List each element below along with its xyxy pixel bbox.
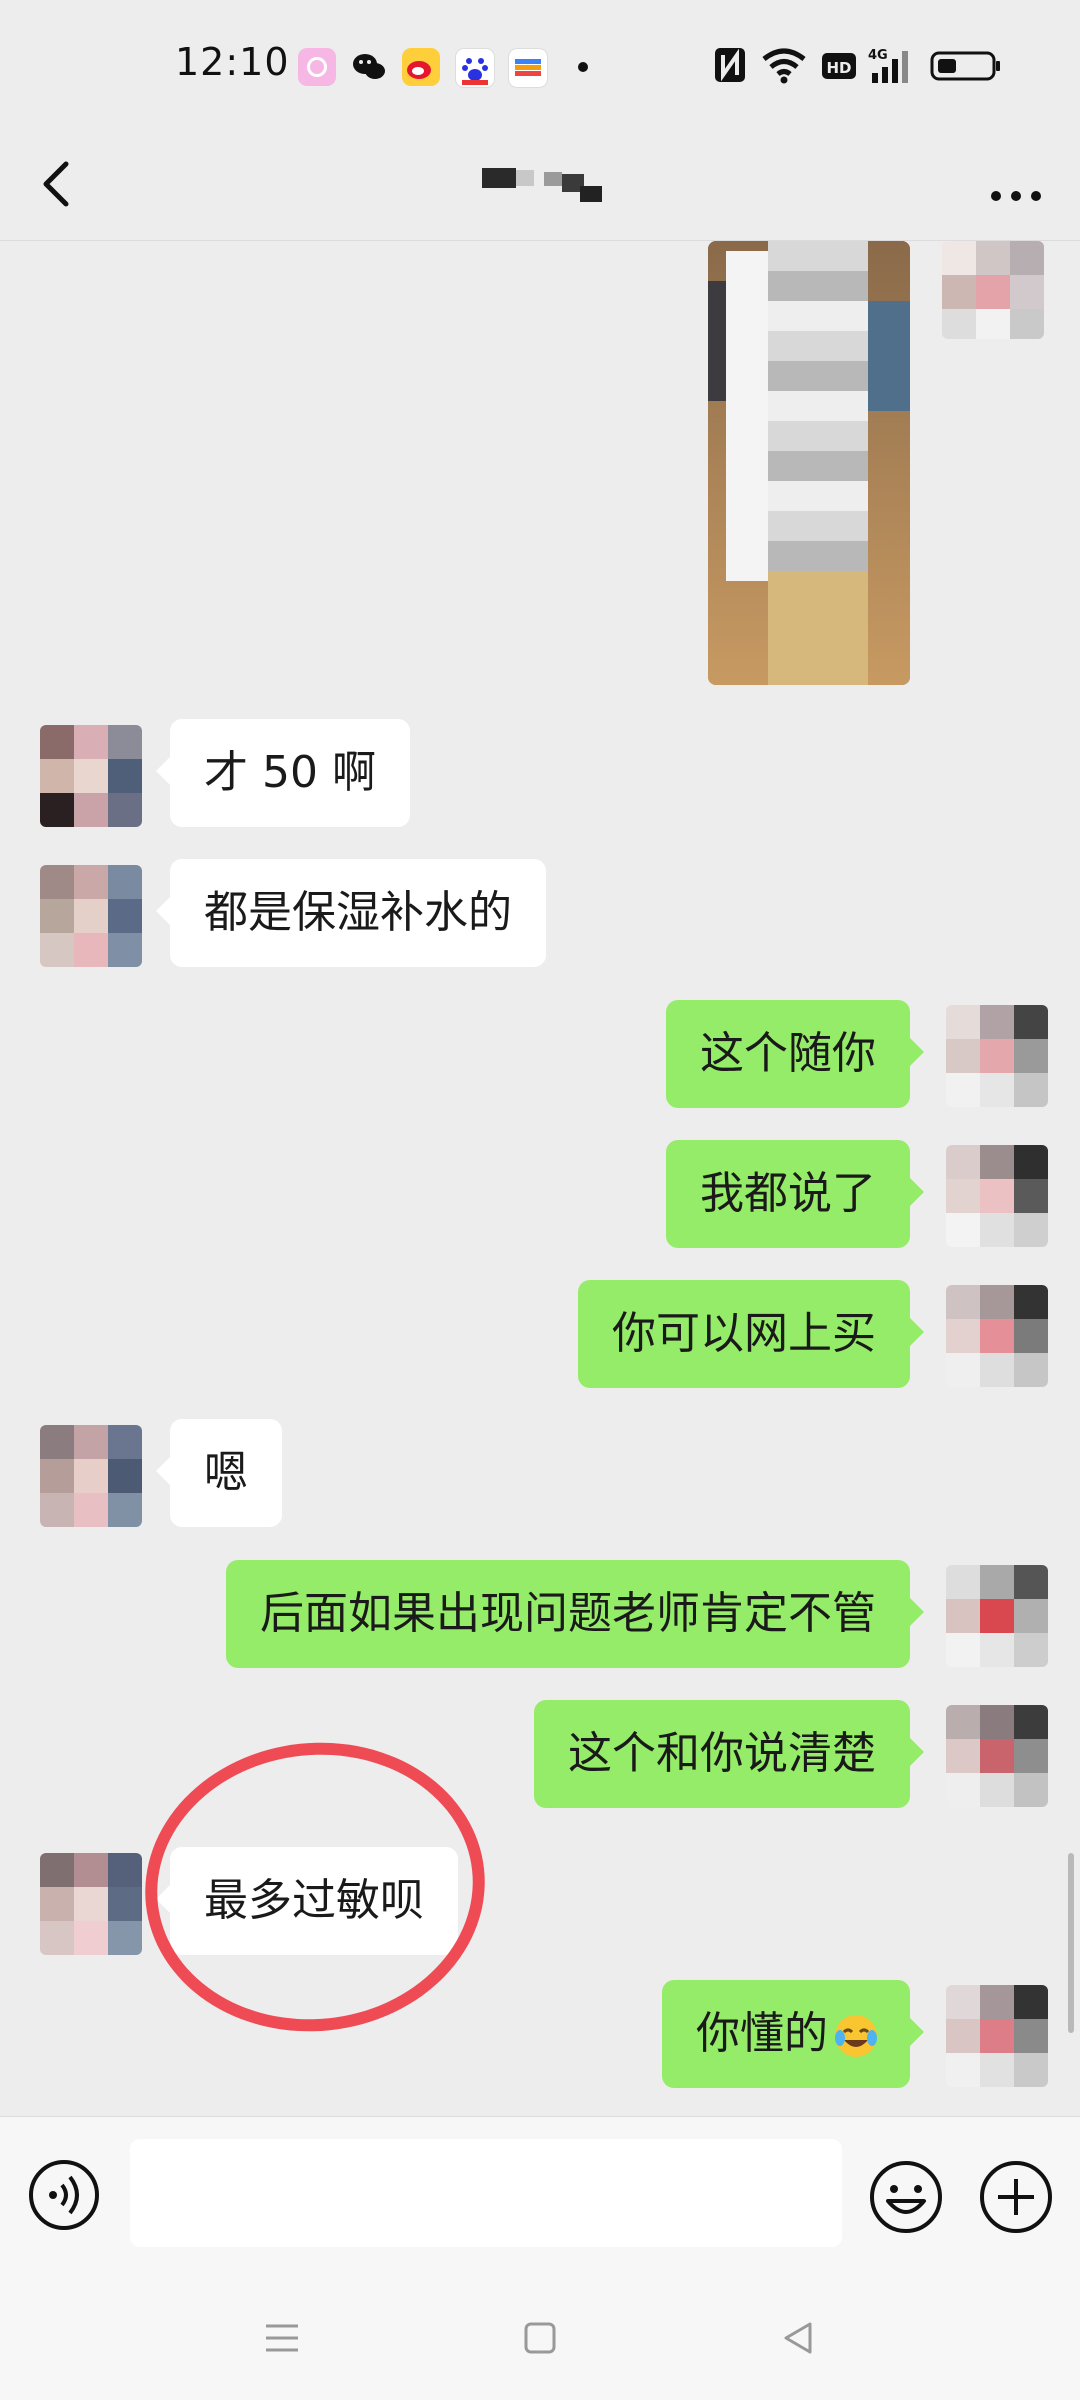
wallet-icon (508, 48, 548, 88)
chat-header (0, 130, 1080, 241)
svg-text:HD: HD (826, 59, 851, 77)
received-message[interactable]: 才 50 啊 (156, 719, 410, 827)
input-bar (0, 2116, 1080, 2281)
4g-signal-icon: 4G (868, 48, 908, 83)
wifi-icon (762, 48, 806, 84)
sent-message[interactable]: 这个随你 (666, 1000, 924, 1108)
red-annotation-circle (130, 1726, 500, 2048)
wechat-icon (353, 54, 385, 79)
camera-app-icon (298, 48, 336, 86)
voice-icon[interactable] (28, 2159, 100, 2231)
my-avatar[interactable] (942, 241, 1044, 339)
sent-message[interactable]: 我都说了 (666, 1140, 924, 1248)
chevron-left-icon[interactable] (32, 156, 88, 212)
emoji-icon[interactable] (868, 2159, 944, 2235)
back-triangle-icon[interactable] (774, 2314, 822, 2362)
sent-message[interactable]: 你可以网上买 (578, 1280, 924, 1388)
menu-icon[interactable] (258, 2314, 306, 2362)
message-list[interactable]: 才 50 啊 都是保湿补水的 这个随你 我都说了 你可以网上买 嗯 后面如果出现… (0, 241, 1080, 2116)
baidu-icon (455, 48, 495, 88)
laughing-crying-emoji (835, 2015, 877, 2057)
svg-text:4G: 4G (868, 48, 888, 63)
hd-icon: HD (822, 53, 856, 79)
more-dots-icon[interactable] (984, 158, 1048, 214)
sent-message-text: 你懂的 (696, 2008, 828, 2059)
my-avatar[interactable] (946, 1005, 1048, 1107)
scrollbar[interactable] (1068, 1853, 1074, 2033)
system-navigation-bar (0, 2280, 1080, 2400)
status-time: 12:10 (175, 40, 290, 84)
received-message[interactable]: 嗯 (156, 1419, 282, 1527)
my-avatar[interactable] (946, 1565, 1048, 1667)
status-bar: 12:10 HD 4G (0, 0, 1080, 130)
nfc-icon (715, 48, 745, 82)
my-avatar[interactable] (946, 1985, 1048, 2087)
plus-icon[interactable] (978, 2159, 1054, 2235)
my-avatar[interactable] (946, 1705, 1048, 1807)
weibo-icon (402, 48, 440, 86)
received-message[interactable]: 都是保湿补水的 (156, 859, 546, 967)
contact-avatar[interactable] (40, 865, 142, 967)
contact-avatar[interactable] (40, 1853, 142, 1955)
contact-avatar[interactable] (40, 1425, 142, 1527)
home-icon[interactable] (516, 2314, 564, 2362)
sent-message[interactable]: 这个和你说清楚 (534, 1700, 924, 1808)
my-avatar[interactable] (946, 1285, 1048, 1387)
my-avatar[interactable] (946, 1145, 1048, 1247)
sent-message[interactable]: 你懂的 (662, 1980, 924, 2088)
sent-message[interactable]: 后面如果出现问题老师肯定不管 (226, 1560, 924, 1668)
contact-avatar[interactable] (40, 725, 142, 827)
more-notifications-dot (578, 62, 588, 72)
sent-image-message[interactable] (708, 241, 910, 685)
message-input[interactable] (130, 2139, 842, 2247)
battery-icon (930, 51, 1000, 81)
contact-name-pixelated (482, 168, 602, 202)
